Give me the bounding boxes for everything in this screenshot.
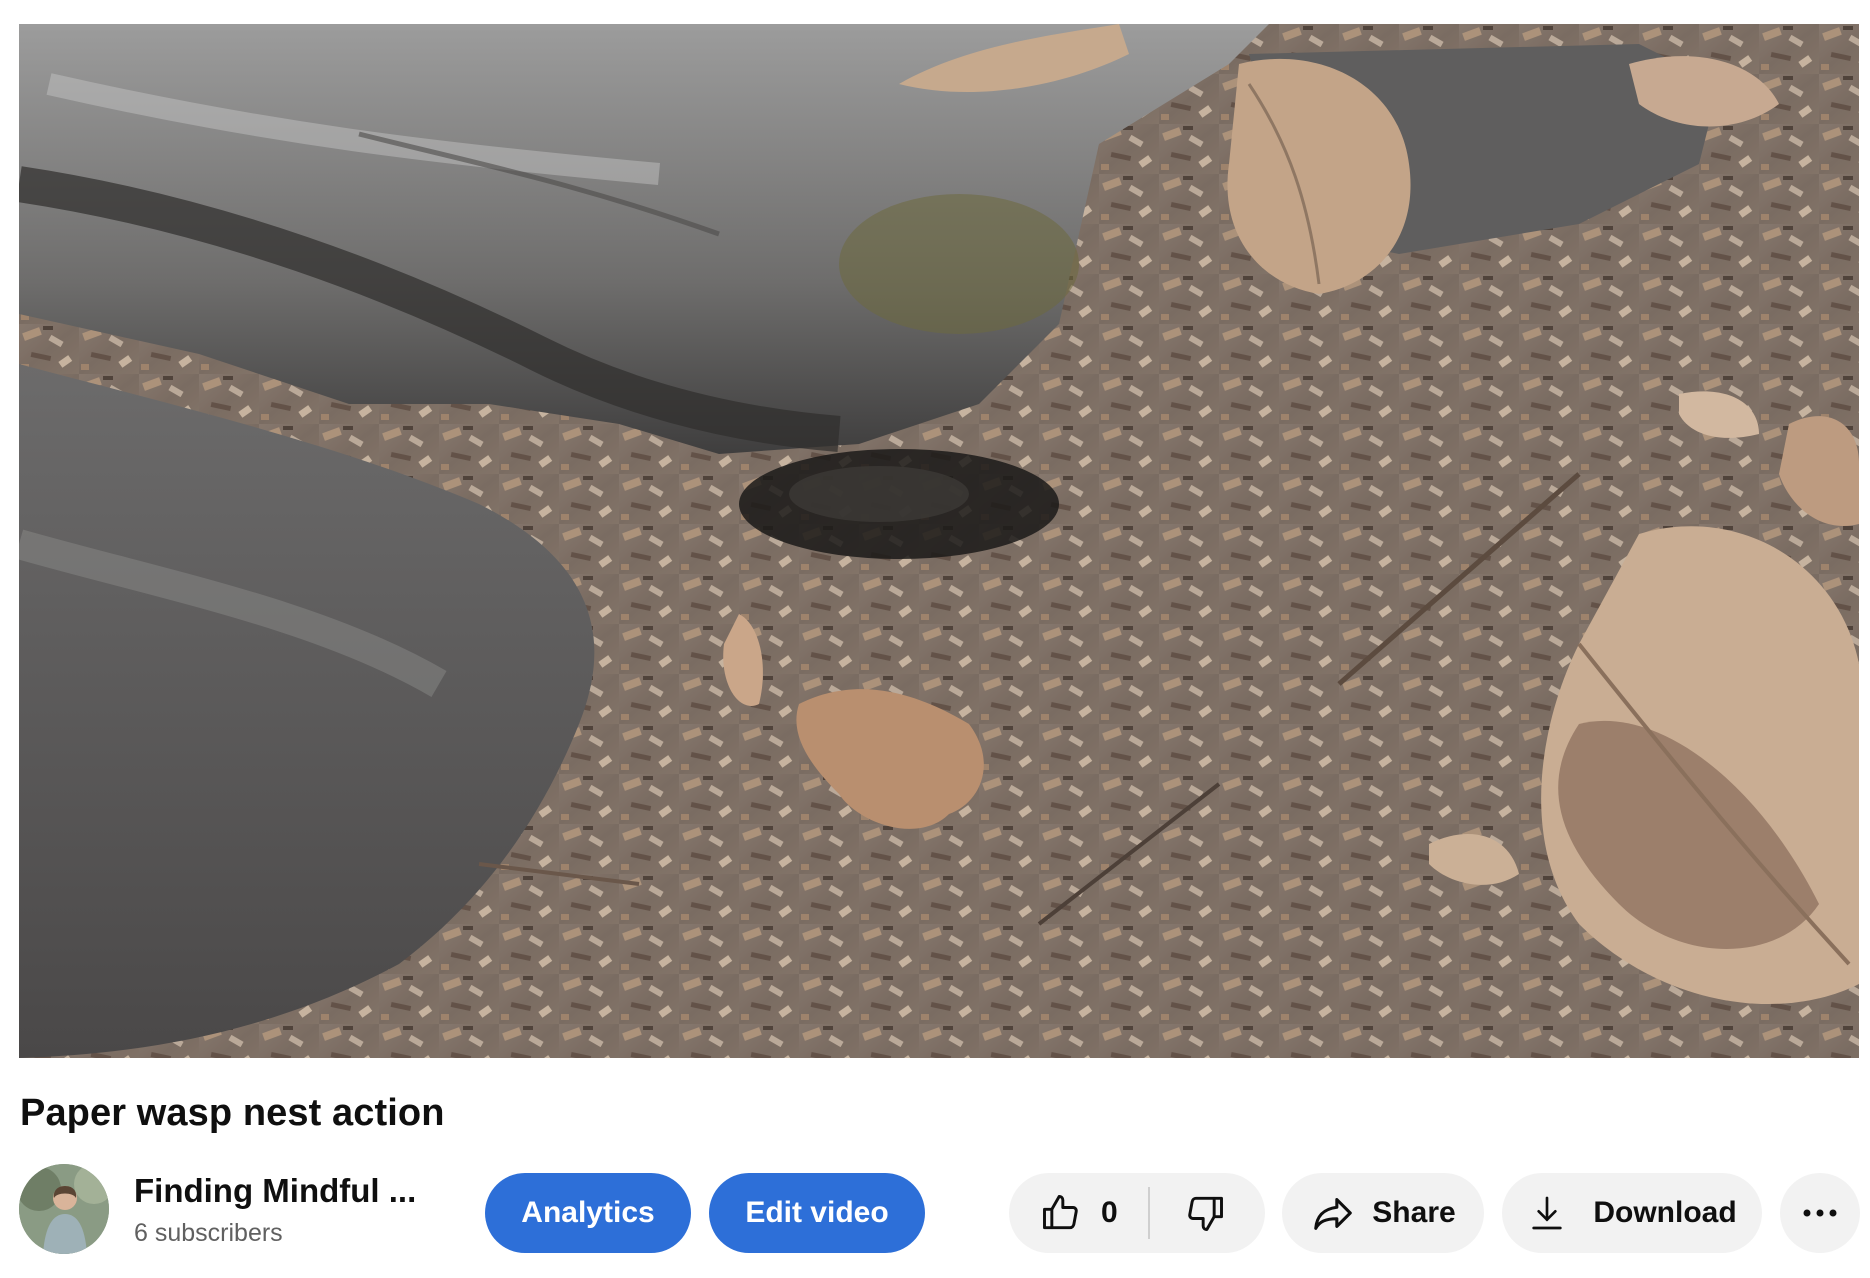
video-frame (19, 24, 1859, 1058)
like-dislike-group: 0 (1009, 1173, 1265, 1253)
more-horizontal-icon (1803, 1209, 1837, 1217)
analytics-button[interactable]: Analytics (485, 1173, 691, 1253)
avatar-image (19, 1164, 109, 1254)
thumbs-down-icon (1187, 1196, 1223, 1231)
video-player[interactable] (19, 24, 1859, 1058)
video-title: Paper wasp nest action (20, 1092, 445, 1134)
share-button[interactable]: Share (1282, 1173, 1484, 1253)
download-button[interactable]: Download (1502, 1173, 1762, 1253)
download-label: Download (1593, 1196, 1737, 1229)
download-icon (1532, 1196, 1562, 1230)
share-arrow-icon (1314, 1198, 1353, 1230)
like-count: 0 (1101, 1196, 1118, 1229)
channel-name[interactable]: Finding Mindful ... (134, 1172, 434, 1210)
dislike-button[interactable] (1150, 1173, 1260, 1253)
channel-avatar[interactable] (19, 1164, 109, 1254)
edit-video-button[interactable]: Edit video (709, 1173, 925, 1253)
video-owner-row: Finding Mindful ... 6 subscribers Analyt… (19, 1164, 1860, 1254)
share-label: Share (1372, 1196, 1456, 1229)
more-actions-button[interactable] (1780, 1173, 1860, 1253)
like-button[interactable]: 0 (1009, 1173, 1148, 1253)
thumbs-up-icon (1043, 1195, 1078, 1230)
subscriber-count: 6 subscribers (134, 1219, 283, 1247)
